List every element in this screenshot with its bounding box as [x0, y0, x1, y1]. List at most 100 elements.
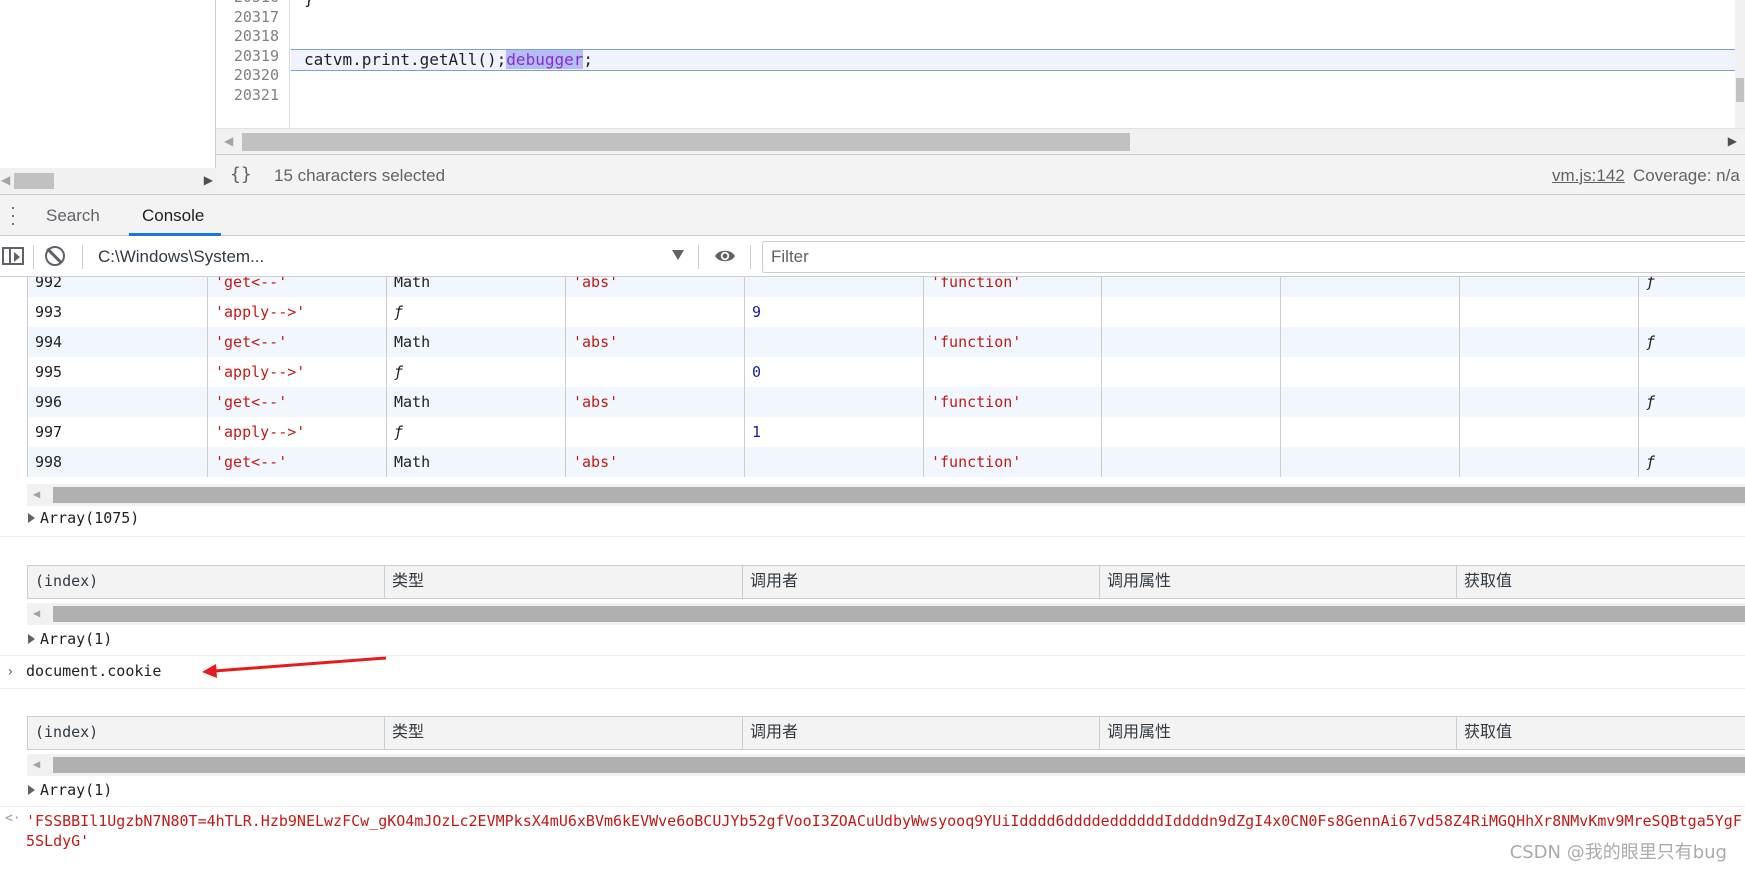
table-cell: 'get<--': [208, 447, 387, 477]
table-cell: [1460, 447, 1639, 477]
column-header-get-value[interactable]: 获取值: [1457, 717, 1745, 749]
table-cell: [745, 387, 924, 417]
column-header-type[interactable]: 类型: [385, 717, 743, 749]
scroll-left-arrow-icon[interactable]: ◀: [33, 606, 40, 620]
table-cell: [1281, 447, 1460, 477]
table-cell: [1281, 297, 1460, 327]
table-cell: [924, 297, 1102, 327]
table-cell: 'abs': [566, 447, 745, 477]
table-cell-index: 995: [28, 357, 208, 387]
expandable-array[interactable]: Array(1): [28, 627, 112, 651]
clear-console-icon[interactable]: [45, 246, 65, 266]
table-cell: [1281, 277, 1460, 297]
live-expression-eye-icon[interactable]: [714, 247, 736, 265]
active-code-line[interactable]: catvm.print.getAll();debugger;: [304, 50, 593, 69]
table-cell: ƒ: [387, 357, 566, 387]
cookie-result-string[interactable]: 'FSSBBIl1UgzbN7N80T=4hTLR.Hzb9NELwzFCw_g…: [26, 811, 1745, 851]
table-cell: [1460, 297, 1639, 327]
more-options-icon[interactable]: · · ·: [8, 198, 18, 232]
scroll-left-arrow-icon[interactable]: ◀: [1, 173, 10, 187]
column-header-get-value[interactable]: 获取值: [1457, 566, 1745, 598]
console-output[interactable]: 992 'get<--' Math 'abs' 'function' ƒ 993…: [0, 277, 1745, 872]
table-cell: [1639, 297, 1745, 327]
column-header-call-property[interactable]: 调用属性: [1100, 717, 1457, 749]
expandable-array[interactable]: Array(1075): [28, 506, 139, 530]
scrollbar-thumb[interactable]: [53, 606, 1745, 622]
table-row: 992 'get<--' Math 'abs' 'function' ƒ: [28, 277, 1745, 297]
table-cell: Math: [387, 387, 566, 417]
editor-horizontal-scrollbar[interactable]: ◀ ▶: [216, 128, 1745, 154]
scrollbar-thumb[interactable]: [53, 487, 1745, 503]
toolbar-divider: [33, 245, 34, 269]
scroll-left-arrow-icon[interactable]: ◀: [33, 757, 40, 771]
console-input-echo: document.cookie: [26, 662, 162, 680]
show-sidebar-icon[interactable]: [2, 247, 24, 265]
selection-status: 15 characters selected: [274, 166, 446, 185]
column-header-index[interactable]: (index): [28, 566, 385, 598]
source-location-link[interactable]: vm.js:142: [1552, 166, 1625, 186]
scrollbar-thumb[interactable]: [53, 757, 1745, 773]
table-cell: ƒ: [1646, 277, 1656, 291]
scroll-left-arrow-icon[interactable]: ◀: [224, 134, 233, 148]
toolbar-divider: [750, 245, 751, 269]
table-cell: [1102, 447, 1281, 477]
scrollbar-thumb[interactable]: [14, 173, 54, 189]
code-text: ;: [583, 50, 593, 69]
table-cell: [1460, 417, 1639, 447]
table-row: 993 'apply-->' ƒ 9: [28, 297, 1745, 327]
table-horizontal-scrollbar[interactable]: ◀: [27, 603, 1745, 625]
scroll-right-arrow-icon[interactable]: ▶: [1728, 134, 1737, 148]
table-cell: 'get<--': [208, 327, 387, 357]
column-header-caller[interactable]: 调用者: [743, 717, 1100, 749]
table-cell: 'function': [924, 447, 1102, 477]
table-cell: Math: [387, 327, 566, 357]
table-cell: 'function': [924, 277, 1102, 297]
table-cell: ƒ: [1646, 333, 1656, 351]
table-cell: [566, 357, 745, 387]
tab-search[interactable]: Search: [46, 206, 100, 226]
column-header-caller[interactable]: 调用者: [743, 566, 1100, 598]
line-number: 20320: [233, 66, 279, 84]
table-horizontal-scrollbar[interactable]: ◀: [27, 754, 1745, 776]
tab-console[interactable]: Console: [142, 206, 204, 226]
table-row: 996 'get<--' Math 'abs' 'function' ƒ: [28, 387, 1745, 417]
array-label: Array(1): [40, 781, 113, 799]
table-cell: [1460, 387, 1639, 417]
table-cell: 'apply-->': [208, 417, 387, 447]
javascript-context-select[interactable]: C:\Windows\System...: [98, 247, 688, 267]
table-cell: 'apply-->': [208, 357, 387, 387]
navigator-horizontal-scrollbar[interactable]: ◀ ▶: [0, 168, 216, 194]
array-label: Array(1): [40, 630, 113, 648]
expandable-array[interactable]: Array(1): [28, 778, 112, 802]
dropdown-caret-icon[interactable]: [672, 250, 684, 260]
table-cell: Math: [387, 277, 566, 297]
result-return-arrow-icon: <·: [5, 811, 21, 826]
scrollbar-thumb[interactable]: [1736, 78, 1744, 102]
column-header-call-property[interactable]: 调用属性: [1100, 566, 1457, 598]
drawer-tab-bar: · · · Search Console: [0, 194, 1745, 236]
coverage-status: Coverage: n/a: [1633, 166, 1740, 185]
table-cell: [924, 357, 1102, 387]
scroll-right-arrow-icon[interactable]: ▶: [204, 173, 213, 187]
table-cell: [1460, 357, 1639, 387]
editor-status-bar: {} 15 characters selected vm.js:142 Cove…: [216, 154, 1745, 194]
expand-triangle-icon[interactable]: [28, 634, 35, 644]
table-horizontal-scrollbar[interactable]: ◀: [27, 484, 1745, 506]
expand-triangle-icon[interactable]: [28, 513, 35, 523]
table-cell: [1639, 357, 1745, 387]
column-header-index[interactable]: (index): [28, 717, 385, 749]
column-header-type[interactable]: 类型: [385, 566, 743, 598]
table-row: 994 'get<--' Math 'abs' 'function' ƒ: [28, 327, 1745, 357]
scrollbar-thumb[interactable]: [242, 133, 1130, 151]
editor-vertical-scrollbar[interactable]: [1735, 0, 1745, 128]
pretty-print-icon[interactable]: {}: [230, 164, 252, 185]
table-cell: [1102, 417, 1281, 447]
input-prompt-icon: ›: [6, 664, 15, 680]
selected-keyword: debugger: [506, 50, 584, 69]
code-line: }: [304, 0, 314, 8]
expand-triangle-icon[interactable]: [28, 785, 35, 795]
table-row: 995 'apply-->' ƒ 0: [28, 357, 1745, 387]
code-editor[interactable]: 20316 20317 20318 20319 20320 20321 } ca…: [216, 0, 1745, 128]
scroll-left-arrow-icon[interactable]: ◀: [33, 487, 40, 501]
console-filter-input[interactable]: [762, 241, 1745, 273]
